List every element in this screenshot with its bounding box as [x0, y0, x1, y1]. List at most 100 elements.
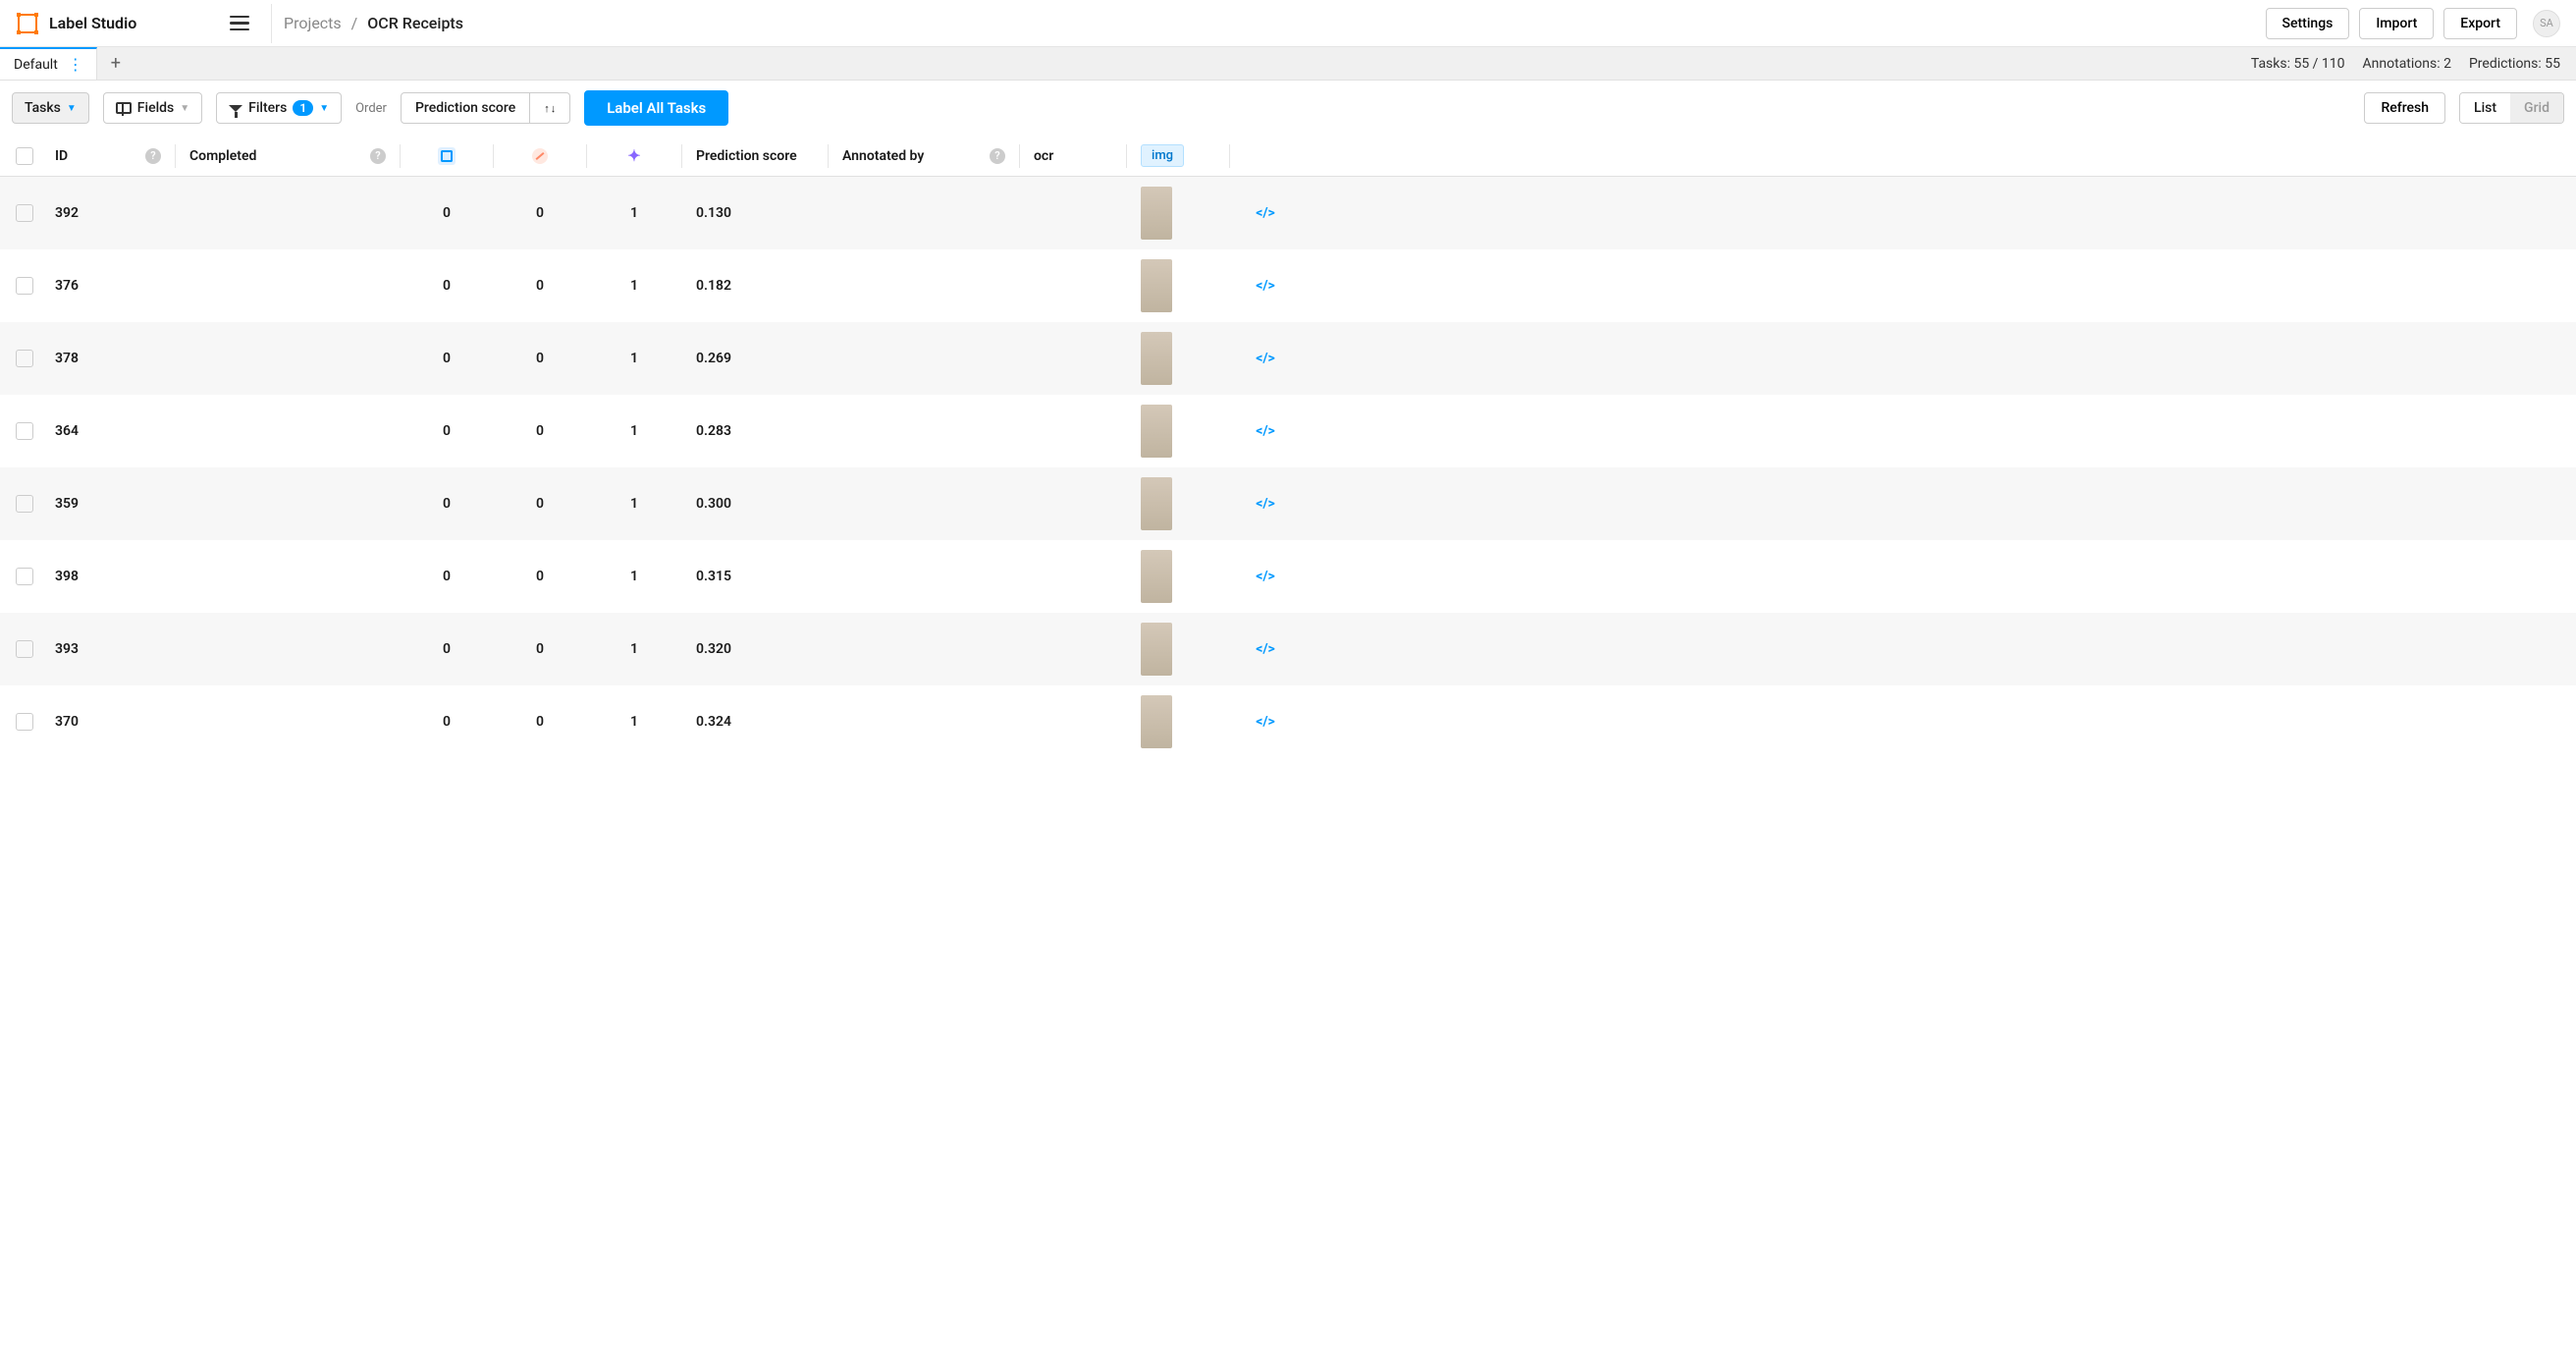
table-row[interactable]: 393 0 0 1 0.320 </> [0, 613, 2576, 685]
cell-annotations: 0 [406, 423, 487, 439]
table-row[interactable]: 398 0 0 1 0.315 </> [0, 540, 2576, 613]
cell-predictions: 1 [593, 569, 675, 584]
separator [271, 4, 272, 43]
thumbnail-icon [1141, 550, 1172, 603]
row-checkbox[interactable] [16, 277, 33, 295]
col-prediction-score[interactable]: Prediction score [688, 148, 822, 164]
table-row[interactable]: 364 0 0 1 0.283 </> [0, 395, 2576, 467]
order-label: Order [355, 101, 387, 116]
cell-cancelled: 0 [500, 641, 580, 657]
cell-id: 359 [47, 496, 169, 512]
stat-predictions: Predictions: 55 [2469, 56, 2560, 72]
row-checkbox[interactable] [16, 350, 33, 367]
view-grid-button[interactable]: Grid [2510, 93, 2563, 123]
breadcrumb-projects[interactable]: Projects [284, 14, 342, 32]
app-name: Label Studio [49, 14, 136, 32]
view-list-button[interactable]: List [2460, 93, 2510, 123]
code-icon[interactable]: </> [1256, 423, 1275, 439]
col-id[interactable]: ID ? [47, 148, 169, 164]
cell-id: 393 [47, 641, 169, 657]
table-row[interactable]: 378 0 0 1 0.269 </> [0, 322, 2576, 395]
filters-dropdown[interactable]: Filters 1 ▼ [216, 92, 342, 124]
row-checkbox[interactable] [16, 640, 33, 658]
code-icon[interactable]: </> [1256, 351, 1275, 366]
row-checkbox[interactable] [16, 568, 33, 585]
add-tab-button[interactable]: + [97, 53, 134, 74]
code-icon[interactable]: </> [1256, 278, 1275, 294]
breadcrumb: Projects / OCR Receipts [284, 14, 463, 32]
row-checkbox[interactable] [16, 495, 33, 513]
cell-cancelled: 0 [500, 205, 580, 221]
chevron-down-icon: ▼ [67, 103, 77, 114]
export-button[interactable]: Export [2443, 8, 2517, 39]
tasks-dropdown[interactable]: Tasks ▼ [12, 92, 89, 124]
col-completed[interactable]: Completed ? [182, 148, 394, 164]
chevron-down-icon: ▼ [180, 103, 189, 114]
import-button[interactable]: Import [2359, 8, 2434, 39]
cell-annotations: 0 [406, 641, 487, 657]
tabs-bar: Default ⋮ + Tasks: 55 / 110 Annotations:… [0, 47, 2576, 81]
tab-default[interactable]: Default ⋮ [0, 47, 97, 80]
cell-predictions: 1 [593, 351, 675, 366]
code-icon[interactable]: </> [1256, 569, 1275, 584]
label-all-tasks-button[interactable]: Label All Tasks [584, 90, 728, 126]
table-row[interactable]: 392 0 0 1 0.130 </> [0, 177, 2576, 249]
settings-button[interactable]: Settings [2266, 8, 2350, 39]
thumbnail-icon [1141, 332, 1172, 385]
code-icon[interactable]: </> [1256, 496, 1275, 512]
col-id-label: ID [55, 148, 68, 164]
cell-predictions: 1 [593, 423, 675, 439]
cell-id: 398 [47, 569, 169, 584]
cell-id: 370 [47, 714, 169, 730]
label-studio-logo-icon [16, 12, 39, 35]
user-avatar[interactable]: SA [2533, 10, 2560, 37]
table-row[interactable]: 359 0 0 1 0.300 </> [0, 467, 2576, 540]
row-checkbox[interactable] [16, 422, 33, 440]
code-icon[interactable]: </> [1256, 714, 1275, 730]
row-checkbox[interactable] [16, 204, 33, 222]
table-row[interactable]: 376 0 0 1 0.182 </> [0, 249, 2576, 322]
hamburger-menu-icon[interactable] [222, 8, 257, 39]
thumbnail-icon [1141, 405, 1172, 458]
predictions-icon: ✦ [627, 146, 640, 165]
help-icon[interactable]: ? [370, 148, 386, 164]
col-predictions[interactable]: ✦ [593, 146, 675, 165]
cell-img [1133, 623, 1223, 676]
cell-img [1133, 187, 1223, 240]
sort-icon [544, 100, 556, 116]
col-img[interactable]: img [1133, 144, 1223, 167]
tab-label: Default [14, 57, 58, 73]
code-icon[interactable]: </> [1256, 205, 1275, 221]
order-field-button[interactable]: Prediction score [402, 93, 530, 123]
cell-cancelled: 0 [500, 351, 580, 366]
help-icon[interactable]: ? [990, 148, 1005, 164]
select-all-checkbox[interactable] [16, 147, 33, 165]
tasks-label: Tasks [25, 100, 61, 116]
logo-block[interactable]: Label Studio [16, 12, 222, 35]
tab-menu-icon[interactable]: ⋮ [68, 55, 82, 74]
app-header: Label Studio Projects / OCR Receipts Set… [0, 0, 2576, 47]
row-checkbox[interactable] [16, 713, 33, 731]
col-by-label: Annotated by [842, 148, 924, 164]
fields-label: Fields [137, 100, 174, 116]
cell-prediction-score: 0.300 [688, 496, 822, 512]
cell-annotations: 0 [406, 714, 487, 730]
refresh-button[interactable]: Refresh [2364, 92, 2445, 124]
col-ocr[interactable]: ocr [1026, 148, 1120, 164]
breadcrumb-current: OCR Receipts [367, 14, 463, 32]
col-cancelled[interactable] [500, 148, 580, 164]
table-row[interactable]: 370 0 0 1 0.324 </> [0, 685, 2576, 758]
col-completed-label: Completed [189, 148, 256, 164]
columns-icon [116, 102, 132, 114]
order-direction-button[interactable] [530, 93, 569, 123]
cell-img [1133, 259, 1223, 312]
col-annotated-by[interactable]: Annotated by ? [834, 148, 1013, 164]
thumbnail-icon [1141, 259, 1172, 312]
cell-img [1133, 550, 1223, 603]
help-icon[interactable]: ? [145, 148, 161, 164]
code-icon[interactable]: </> [1256, 641, 1275, 657]
col-ocr-label: ocr [1034, 148, 1053, 164]
fields-dropdown[interactable]: Fields ▼ [103, 92, 202, 124]
col-annotations[interactable] [406, 147, 487, 165]
cell-id: 364 [47, 423, 169, 439]
